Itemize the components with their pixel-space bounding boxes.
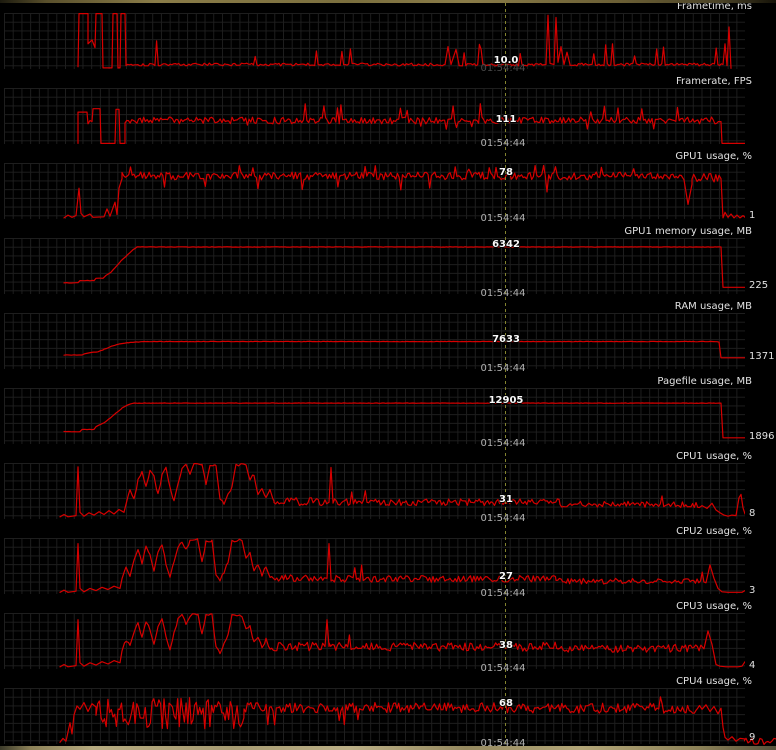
- graph-grid-ram-usage[interactable]: [4, 313, 745, 369]
- series-line-cpu1-usage: [59, 463, 745, 518]
- cursor-time-label: 01:54:44: [480, 363, 526, 374]
- panel-pagefile-usage: Pagefile usage, MB 12905 01:54:44 1896: [0, 375, 776, 450]
- series-line-cpu2-usage: [59, 538, 745, 593]
- cursor-time-label: 01:54:44: [480, 63, 526, 74]
- panel-gpu1-memory: GPU1 memory usage, MB 6342 01:54:44 225: [0, 225, 776, 300]
- panel-cpu3-usage: CPU3 usage, % 38 01:54:44 4: [0, 600, 776, 675]
- graph-grid-cpu1-usage[interactable]: [4, 463, 745, 519]
- graph-grid-gpu1-usage[interactable]: [4, 163, 745, 219]
- graph-grid-cpu4-usage[interactable]: [4, 688, 745, 744]
- series-line-pagefile-usage: [63, 402, 745, 439]
- end-value-label: 1896: [749, 430, 775, 442]
- panel-gpu1-usage: GPU1 usage, % 78 01:54:44 1: [0, 150, 776, 225]
- panel-cpu1-usage: CPU1 usage, % 31 01:54:44 8: [0, 450, 776, 525]
- panel-framerate: Framerate, FPS 111 01:54:44: [0, 75, 776, 150]
- cursor-value-label: 7633: [492, 333, 520, 345]
- panel-cpu2-usage: CPU2 usage, % 27 01:54:44 3: [0, 525, 776, 600]
- cursor-time-label: 01:54:44: [480, 213, 526, 224]
- end-value-label: 3: [749, 585, 756, 597]
- graph-grid-pagefile-usage[interactable]: [4, 388, 745, 444]
- cursor-time-label: 01:54:44: [480, 288, 526, 299]
- graph-grid-framerate[interactable]: [4, 88, 745, 144]
- series-line-frametime: [77, 13, 732, 69]
- cursor-time-label: 01:54:44: [480, 663, 526, 674]
- panel-title: RAM usage, MB: [674, 301, 752, 312]
- top-edge-strip: [0, 0, 776, 3]
- panel-ram-usage: RAM usage, MB 7633 01:54:44 1371: [0, 300, 776, 375]
- graph-grid-gpu1-memory[interactable]: [4, 238, 745, 294]
- cursor-value-label: 6342: [492, 238, 520, 250]
- end-value-label: 225: [749, 280, 769, 292]
- panel-frametime: Frametime, ms 10.0 01:54:44: [0, 0, 776, 75]
- cursor-value-label: 27: [499, 570, 513, 582]
- cursor-value-label: 78: [499, 167, 513, 179]
- cursor-value-label: 38: [499, 639, 513, 651]
- graph-grid-frametime[interactable]: [4, 13, 745, 69]
- hardware-monitor-window: Frametime, ms 10.0 01:54:44 Framerate, FPS 1…: [0, 0, 776, 750]
- panel-title: CPU2 usage, %: [676, 526, 752, 537]
- series-line-ram-usage: [63, 340, 745, 359]
- panel-title: Framerate, FPS: [676, 76, 752, 87]
- panel-cpu4-usage: CPU4 usage, % 68 01:54:44 9: [0, 675, 776, 750]
- graph-grid-cpu3-usage[interactable]: [4, 613, 745, 669]
- cursor-value-label: 12905: [488, 395, 524, 407]
- panel-title: CPU4 usage, %: [676, 676, 752, 687]
- series-line-gpu1-usage: [63, 164, 745, 219]
- end-value-label: 4: [749, 659, 756, 671]
- cursor-value-label: 31: [499, 493, 513, 505]
- series-line-cpu4-usage: [59, 696, 745, 743]
- bottom-edge-strip: [0, 746, 776, 750]
- graph-grid-cpu2-usage[interactable]: [4, 538, 745, 594]
- panel-title: Pagefile usage, MB: [657, 376, 752, 387]
- panel-title: CPU3 usage, %: [676, 601, 752, 612]
- cursor-value-label: 68: [499, 697, 513, 709]
- cursor-time-label: 01:54:44: [480, 588, 526, 599]
- end-value-label: 1371: [749, 350, 775, 362]
- series-line-framerate: [77, 103, 745, 144]
- cursor-value-label: 111: [495, 113, 517, 125]
- cursor-time-label: 01:54:44: [480, 138, 526, 149]
- panel-title: GPU1 usage, %: [675, 151, 752, 162]
- cursor-time-label: 01:54:44: [480, 513, 526, 524]
- end-value-label: 8: [749, 507, 756, 519]
- panel-title: CPU1 usage, %: [676, 451, 752, 462]
- end-value-label: 9: [749, 731, 756, 743]
- panel-title: GPU1 memory usage, MB: [624, 226, 752, 237]
- series-line-cpu3-usage: [59, 613, 745, 668]
- series-line-gpu1-memory: [63, 246, 745, 288]
- cursor-time-label: 01:54:44: [480, 438, 526, 449]
- end-value-label: 1: [749, 209, 756, 221]
